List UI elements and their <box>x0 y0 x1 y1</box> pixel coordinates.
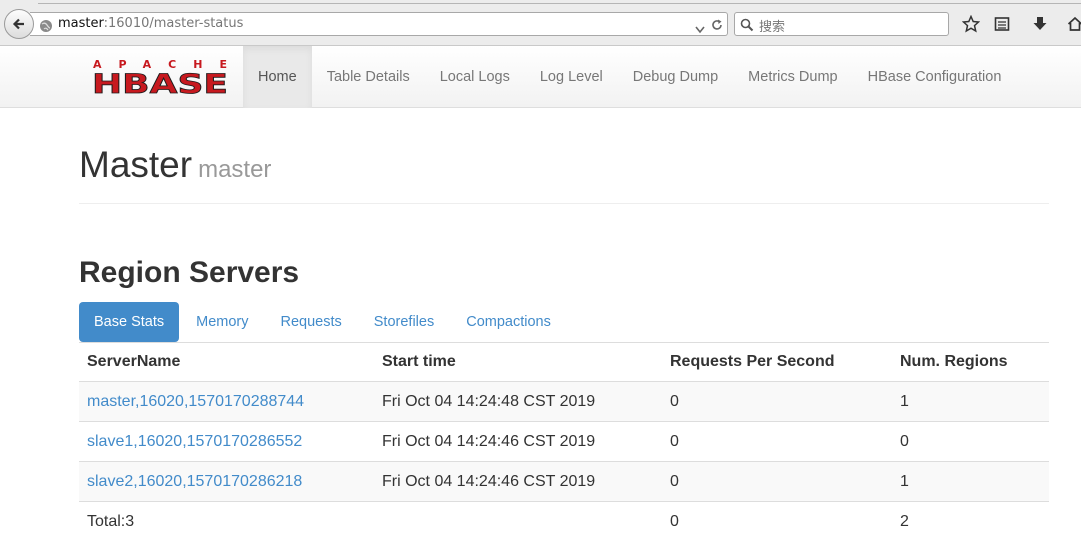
nav-item-table-details[interactable]: Table Details <box>312 46 425 108</box>
total-regions-cell: 2 <box>892 501 1049 542</box>
table-row: slave1,16020,1570170286552 Fri Oct 04 14… <box>79 421 1049 462</box>
requests-cell: 0 <box>662 381 892 422</box>
page-title: Master master <box>79 144 1049 186</box>
tab-strip-edge <box>38 0 438 4</box>
tab-base-stats[interactable]: Base Stats <box>79 302 180 342</box>
reading-list-icon[interactable] <box>991 13 1013 35</box>
hbase-logo[interactable]: APACHE HBASE <box>92 58 230 100</box>
requests-cell: 0 <box>662 421 892 462</box>
page-title-text: Master <box>79 144 193 185</box>
start-time-cell: Fri Oct 04 14:24:46 CST 2019 <box>374 421 662 462</box>
column-header-start-time: Start time <box>374 342 662 382</box>
server-name-cell: slave1,16020,1570170286552 <box>79 421 374 462</box>
search-placeholder: 搜索 <box>759 20 786 35</box>
region-servers-tabs: Base Stats Memory Requests Storefiles Co… <box>79 302 568 342</box>
logo-hbase-text: HBASE <box>92 69 228 94</box>
server-link[interactable]: slave2,16020,1570170286218 <box>87 473 302 490</box>
hbase-navbar: APACHE HBASE Home Table Details Local Lo… <box>0 46 1081 108</box>
total-empty-cell <box>374 501 662 542</box>
table-row: master,16020,1570170288744 Fri Oct 04 14… <box>79 381 1049 422</box>
arrow-left-icon <box>12 18 24 30</box>
nav-item-home[interactable]: Home <box>243 46 312 108</box>
regions-cell: 1 <box>892 461 1049 502</box>
browser-toolbar: master:16010/master-status 搜索 <box>0 0 1081 46</box>
tab-strip-edge <box>438 0 1081 4</box>
nav-item-hbase-configuration[interactable]: HBase Configuration <box>853 46 1017 108</box>
reload-icon[interactable] <box>710 17 724 36</box>
url-text: master:16010/master-status <box>58 16 243 31</box>
bookmark-star-icon[interactable] <box>960 13 982 35</box>
table-total-row: Total:3 0 2 <box>79 501 1049 542</box>
address-bar[interactable]: master:16010/master-status <box>30 12 728 36</box>
home-icon[interactable] <box>1064 13 1081 35</box>
total-requests-cell: 0 <box>662 501 892 542</box>
nav-item-metrics-dump[interactable]: Metrics Dump <box>733 46 852 108</box>
page-subtitle: master <box>198 156 272 183</box>
column-header-requests-per-second: Requests Per Second <box>662 342 892 382</box>
table-header-row: ServerName Start time Requests Per Secon… <box>79 342 1049 382</box>
column-header-servername: ServerName <box>79 342 374 382</box>
regions-cell: 0 <box>892 421 1049 462</box>
start-time-cell: Fri Oct 04 14:24:48 CST 2019 <box>374 381 662 422</box>
tab-memory[interactable]: Memory <box>181 302 263 342</box>
requests-cell: 0 <box>662 461 892 502</box>
regions-cell: 1 <box>892 381 1049 422</box>
tab-storefiles[interactable]: Storefiles <box>359 302 449 342</box>
chevron-down-icon[interactable] <box>694 20 706 39</box>
nav-item-local-logs[interactable]: Local Logs <box>425 46 525 108</box>
server-name-cell: master,16020,1570170288744 <box>79 381 374 422</box>
search-icon <box>740 17 754 36</box>
region-servers-title: Region Servers <box>79 256 300 289</box>
url-path: :16010/master-status <box>103 16 244 31</box>
back-button[interactable] <box>4 9 34 39</box>
url-host: master <box>58 16 104 31</box>
region-servers-table: ServerName Start time Requests Per Secon… <box>79 342 1049 542</box>
download-icon[interactable] <box>1029 13 1051 35</box>
search-input[interactable]: 搜索 <box>734 12 949 36</box>
server-link[interactable]: slave1,16020,1570170286552 <box>87 433 302 450</box>
nav-item-log-level[interactable]: Log Level <box>525 46 618 108</box>
tab-requests[interactable]: Requests <box>266 302 357 342</box>
column-header-num-regions: Num. Regions <box>892 342 1049 382</box>
main-nav: Home Table Details Local Logs Log Level … <box>243 46 1016 108</box>
page-header: Master master <box>79 144 1049 204</box>
nav-item-debug-dump[interactable]: Debug Dump <box>618 46 733 108</box>
table-row: slave2,16020,1570170286218 Fri Oct 04 14… <box>79 461 1049 502</box>
start-time-cell: Fri Oct 04 14:24:46 CST 2019 <box>374 461 662 502</box>
server-name-cell: slave2,16020,1570170286218 <box>79 461 374 502</box>
server-link[interactable]: master,16020,1570170288744 <box>87 393 304 410</box>
tab-compactions[interactable]: Compactions <box>451 302 566 342</box>
globe-icon <box>39 18 53 37</box>
total-label-cell: Total:3 <box>79 501 374 542</box>
